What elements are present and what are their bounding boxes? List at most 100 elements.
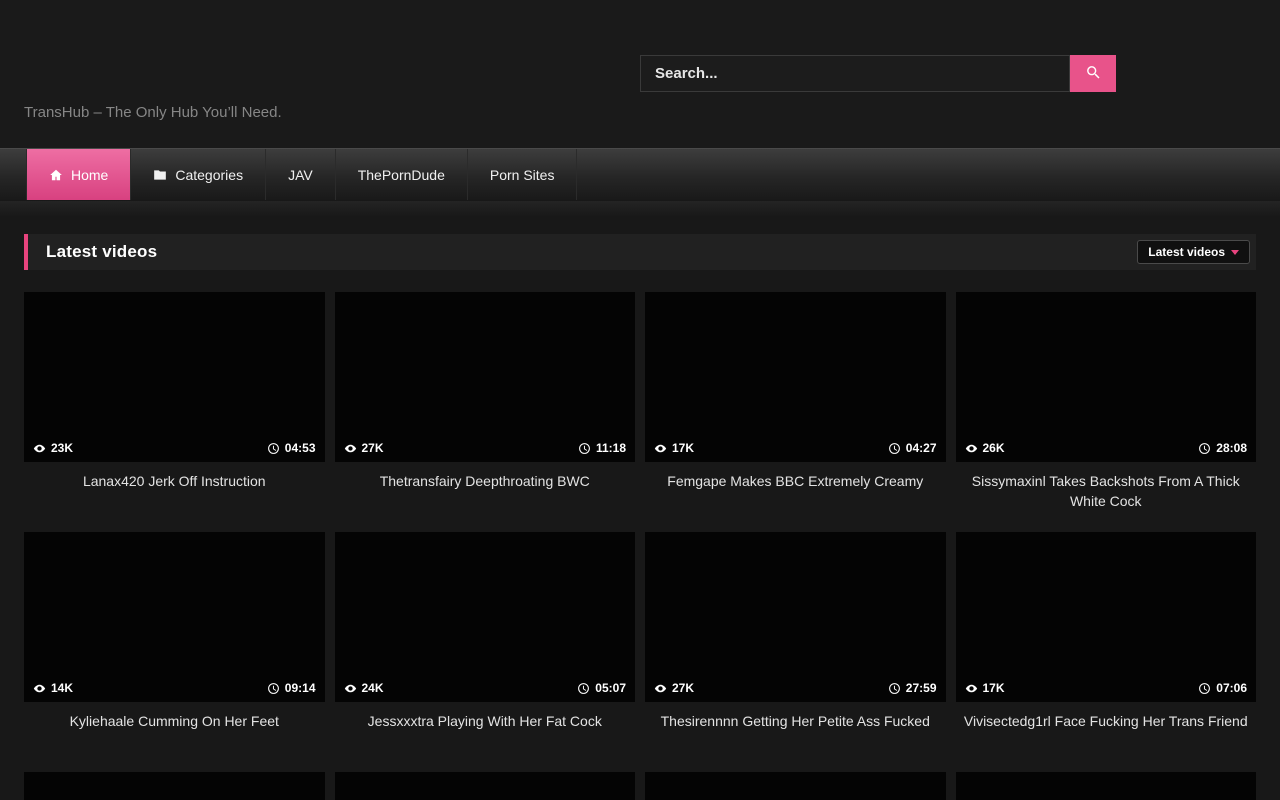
nav-item-porn-sites[interactable]: Porn Sites bbox=[468, 149, 578, 200]
view-count: 23K bbox=[51, 441, 73, 455]
thumbnail-meta: 27K 11:18 bbox=[335, 434, 636, 462]
duration: 28:08 bbox=[1198, 441, 1247, 455]
video-card[interactable] bbox=[335, 772, 636, 800]
thumbnail-meta: 27K 27:59 bbox=[645, 674, 946, 702]
sort-dropdown-label: Latest videos bbox=[1148, 245, 1225, 259]
nav-label: Home bbox=[71, 167, 108, 183]
video-title[interactable]: Thesirennnn Getting Her Petite Ass Fucke… bbox=[645, 711, 946, 731]
clock-icon bbox=[578, 442, 591, 455]
section-header: Latest videos Latest videos bbox=[24, 234, 1256, 270]
duration-text: 11:18 bbox=[596, 441, 626, 455]
video-card[interactable]: 27K 27:59 Thesirennnn Getting Her Petite… bbox=[645, 532, 946, 772]
search-button[interactable] bbox=[1070, 55, 1116, 92]
video-thumbnail[interactable]: 27K 27:59 bbox=[645, 532, 946, 702]
nav-label: Categories bbox=[175, 167, 243, 183]
video-title[interactable]: Kyliehaale Cumming On Her Feet bbox=[24, 711, 325, 731]
eye-icon bbox=[654, 682, 667, 695]
duration: 09:14 bbox=[267, 681, 316, 695]
page: TransHub – The Only Hub You’ll Need. Hom… bbox=[0, 0, 1280, 800]
views: 27K bbox=[654, 681, 694, 695]
video-thumbnail[interactable]: 14K 09:14 bbox=[24, 532, 325, 702]
video-title[interactable]: Jessxxxtra Playing With Her Fat Cock bbox=[335, 711, 636, 731]
video-card[interactable]: 14K 09:14 Kyliehaale Cumming On Her Feet bbox=[24, 532, 325, 772]
views: 26K bbox=[965, 441, 1005, 455]
thumbnail-meta: 17K 07:06 bbox=[956, 674, 1257, 702]
video-title[interactable]: Lanax420 Jerk Off Instruction bbox=[24, 471, 325, 491]
video-card[interactable]: 27K 11:18 Thetransfairy Deepthroating BW… bbox=[335, 292, 636, 532]
video-thumbnail[interactable]: 23K 04:53 bbox=[24, 292, 325, 462]
clock-icon bbox=[888, 442, 901, 455]
home-icon bbox=[49, 168, 63, 182]
video-grid: 23K 04:53 Lanax420 Jerk Off Instruction bbox=[24, 292, 1256, 800]
video-card[interactable]: 26K 28:08 Sissymaxinl Takes Backshots Fr… bbox=[956, 292, 1257, 532]
clock-icon bbox=[267, 682, 280, 695]
nav-label: ThePornDude bbox=[358, 167, 445, 183]
views: 24K bbox=[344, 681, 384, 695]
video-thumbnail[interactable]: 17K 04:27 bbox=[645, 292, 946, 462]
nav-item-categories[interactable]: Categories bbox=[131, 149, 266, 200]
video-card[interactable]: 17K 07:06 Vivisectedg1rl Face Fucking He… bbox=[956, 532, 1257, 772]
clock-icon bbox=[267, 442, 280, 455]
video-thumbnail-partial[interactable] bbox=[24, 772, 325, 800]
video-thumbnail-partial[interactable] bbox=[956, 772, 1257, 800]
views: 17K bbox=[654, 441, 694, 455]
video-thumbnail-partial[interactable] bbox=[645, 772, 946, 800]
thumbnail-meta: 23K 04:53 bbox=[24, 434, 325, 462]
video-thumbnail-partial[interactable] bbox=[335, 772, 636, 800]
video-title[interactable]: Vivisectedg1rl Face Fucking Her Trans Fr… bbox=[956, 711, 1257, 731]
clock-icon bbox=[577, 682, 590, 695]
views: 23K bbox=[33, 441, 73, 455]
duration-text: 04:53 bbox=[285, 441, 316, 455]
nav-item-theporndude[interactable]: ThePornDude bbox=[336, 149, 468, 200]
eye-icon bbox=[654, 442, 667, 455]
eye-icon bbox=[344, 442, 357, 455]
duration: 11:18 bbox=[578, 441, 626, 455]
duration: 27:59 bbox=[888, 681, 937, 695]
site-tagline: TransHub – The Only Hub You’ll Need. bbox=[24, 104, 282, 121]
video-card[interactable] bbox=[24, 772, 325, 800]
thumbnail-meta: 14K 09:14 bbox=[24, 674, 325, 702]
video-thumbnail[interactable]: 26K 28:08 bbox=[956, 292, 1257, 462]
view-count: 26K bbox=[983, 441, 1005, 455]
duration: 07:06 bbox=[1198, 681, 1247, 695]
search-input[interactable] bbox=[640, 55, 1070, 92]
nav-item-jav[interactable]: JAV bbox=[266, 149, 336, 200]
video-title[interactable]: Sissymaxinl Takes Backshots From A Thick… bbox=[956, 471, 1257, 512]
duration-text: 09:14 bbox=[285, 681, 316, 695]
nav-item-home[interactable]: Home bbox=[26, 149, 131, 200]
folder-icon bbox=[153, 168, 167, 182]
video-thumbnail[interactable]: 17K 07:06 bbox=[956, 532, 1257, 702]
view-count: 27K bbox=[362, 441, 384, 455]
main-content: Latest videos Latest videos 23K bbox=[0, 200, 1280, 800]
nav-label: Porn Sites bbox=[490, 167, 555, 183]
video-thumbnail[interactable]: 24K 05:07 bbox=[335, 532, 636, 702]
duration-text: 07:06 bbox=[1216, 681, 1247, 695]
clock-icon bbox=[1198, 442, 1211, 455]
duration: 04:27 bbox=[888, 441, 937, 455]
video-card[interactable] bbox=[956, 772, 1257, 800]
views: 27K bbox=[344, 441, 384, 455]
video-card[interactable]: 17K 04:27 Femgape Makes BBC Extremely Cr… bbox=[645, 292, 946, 532]
view-count: 24K bbox=[362, 681, 384, 695]
view-count: 17K bbox=[983, 681, 1005, 695]
duration-text: 28:08 bbox=[1216, 441, 1247, 455]
views: 14K bbox=[33, 681, 73, 695]
eye-icon bbox=[33, 682, 46, 695]
duration-text: 04:27 bbox=[906, 441, 937, 455]
nav-label: JAV bbox=[288, 167, 313, 183]
view-count: 17K bbox=[672, 441, 694, 455]
video-thumbnail[interactable]: 27K 11:18 bbox=[335, 292, 636, 462]
video-card[interactable] bbox=[645, 772, 946, 800]
main-nav: Home Categories JAV ThePornDude Porn Sit… bbox=[0, 148, 1280, 200]
video-title[interactable]: Femgape Makes BBC Extremely Creamy bbox=[645, 471, 946, 491]
clock-icon bbox=[888, 682, 901, 695]
duration: 05:07 bbox=[577, 681, 626, 695]
video-card[interactable]: 23K 04:53 Lanax420 Jerk Off Instruction bbox=[24, 292, 325, 532]
thumbnail-meta: 26K 28:08 bbox=[956, 434, 1257, 462]
eye-icon bbox=[344, 682, 357, 695]
video-card[interactable]: 24K 05:07 Jessxxxtra Playing With Her Fa… bbox=[335, 532, 636, 772]
header: TransHub – The Only Hub You’ll Need. bbox=[0, 0, 1280, 148]
sort-dropdown[interactable]: Latest videos bbox=[1137, 240, 1250, 264]
thumbnail-meta: 17K 04:27 bbox=[645, 434, 946, 462]
video-title[interactable]: Thetransfairy Deepthroating BWC bbox=[335, 471, 636, 491]
